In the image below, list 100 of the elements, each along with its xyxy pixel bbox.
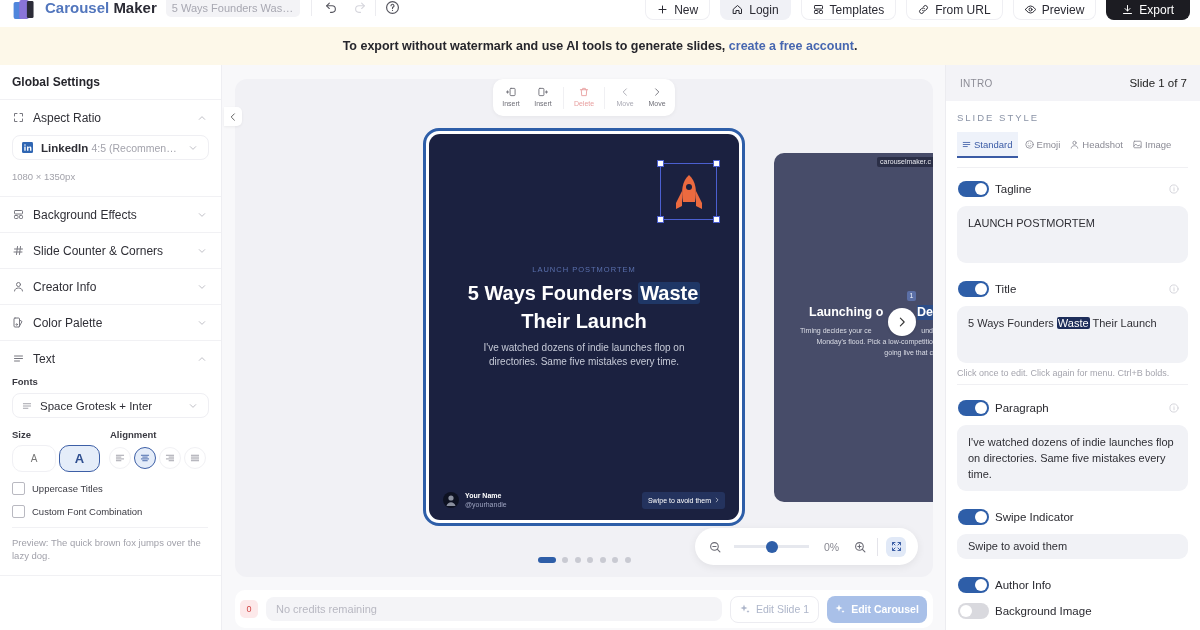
- field-label: Swipe Indicator: [995, 511, 1074, 523]
- align-center-button[interactable]: [134, 447, 156, 469]
- download-icon: [1122, 4, 1134, 15]
- plus-icon: [657, 4, 669, 15]
- image-icon: [1133, 139, 1142, 149]
- text-size-button[interactable]: A: [59, 445, 100, 472]
- info-icon: [1169, 284, 1179, 294]
- chevron-right-icon: [652, 87, 662, 97]
- info-icon: [1169, 184, 1179, 194]
- chevron-right-icon: [714, 497, 720, 503]
- field-label: Author Info: [995, 579, 1052, 591]
- text-size-button[interactable]: A: [12, 445, 56, 472]
- sparkle-icon: [739, 604, 750, 614]
- section-header[interactable]: Aspect Ratio: [0, 100, 221, 135]
- help-button[interactable]: [385, 1, 399, 14]
- create-account-link[interactable]: create a free account: [728, 39, 854, 53]
- text-field[interactable]: Swipe to avoid them: [957, 534, 1188, 559]
- slider-thumb[interactable]: [765, 540, 778, 553]
- house-icon: [732, 4, 744, 15]
- section-header[interactable]: Color Palette: [0, 305, 221, 340]
- page-dot[interactable]: [574, 557, 581, 563]
- export-button[interactable]: Export: [1106, 0, 1190, 20]
- zoom-in-icon: [854, 540, 866, 553]
- style-tab[interactable]: Emoji: [1021, 132, 1064, 158]
- insert-left-icon: [506, 87, 516, 97]
- text-lines-icon: [13, 353, 24, 364]
- preview-button[interactable]: Preview: [1012, 0, 1097, 20]
- sparkle-icon: [835, 604, 846, 614]
- field-label: Title: [995, 283, 1017, 295]
- logo-icon: [13, 0, 37, 19]
- app-name: Carousel Maker: [45, 0, 157, 16]
- eye-icon: [1024, 4, 1036, 15]
- login-button[interactable]: Login: [720, 0, 791, 20]
- toggle-switch[interactable]: [958, 281, 989, 297]
- font-dropdown[interactable]: Space Grotesk + Inter: [12, 393, 209, 418]
- field-label: Tagline: [995, 183, 1032, 195]
- checkbox[interactable]: [12, 504, 25, 518]
- text-lines-icon: [962, 139, 971, 149]
- option-label: Uppercase Titles: [32, 482, 103, 494]
- redo-icon: [353, 2, 366, 14]
- platform-dropdown[interactable]: LinkedIn 4:5 (Recommen…: [12, 135, 209, 160]
- toggle-switch[interactable]: [958, 400, 989, 416]
- page-dot[interactable]: [599, 557, 606, 563]
- text-area[interactable]: LAUNCH POSTMORTEM: [957, 206, 1188, 263]
- new-button[interactable]: New: [645, 0, 711, 20]
- from-url-button[interactable]: From URL: [906, 0, 1003, 20]
- next-slide-button[interactable]: [888, 307, 916, 336]
- text-area[interactable]: I've watched dozens of indie launches flop on directories. Same five mistakes every time.: [957, 425, 1188, 491]
- style-tab[interactable]: Headshot: [1067, 132, 1126, 158]
- zoom-out-button[interactable]: [709, 540, 721, 553]
- page-dot[interactable]: [562, 557, 568, 563]
- section-name: INTRO: [960, 77, 993, 89]
- linkedin-icon: [22, 142, 33, 153]
- selection-box[interactable]: [660, 163, 717, 220]
- templates-button[interactable]: Templates: [800, 0, 897, 20]
- fit-screen-button[interactable]: [886, 536, 906, 557]
- align-justify-icon: [190, 453, 200, 463]
- insert-right-icon: [538, 87, 548, 97]
- helper-text: Click once to edit. Click again for menu. Ctrl+B bolds.: [957, 367, 1171, 379]
- field-label: Paragraph: [995, 402, 1049, 414]
- field-label: Background Image: [995, 605, 1092, 617]
- expand-icon: [890, 541, 902, 552]
- resize-handle[interactable]: [657, 216, 664, 223]
- slide-position: Slide 1 of 7: [1129, 77, 1187, 89]
- toggle-switch[interactable]: [958, 509, 989, 525]
- trash-icon: [579, 87, 589, 97]
- section-header[interactable]: Text: [0, 341, 221, 376]
- option-label: Custom Font Combination: [32, 505, 143, 517]
- zoom-out-icon: [709, 540, 721, 553]
- slide-paragraph: I've watched dozens of indie launches flop on directories. Same five mistakes every time.: [482, 341, 686, 369]
- section-header[interactable]: Slide Counter & Corners: [0, 233, 221, 268]
- undo-button[interactable]: [324, 2, 337, 14]
- toggle-switch[interactable]: [958, 181, 989, 197]
- page-dot[interactable]: [587, 557, 593, 563]
- prompt-input[interactable]: No credits remaining: [266, 597, 722, 621]
- style-tab[interactable]: Standard: [957, 132, 1018, 158]
- section-header[interactable]: Creator Info: [0, 269, 221, 304]
- user-icon: [1070, 139, 1080, 149]
- info-icon: [1169, 403, 1179, 413]
- undo-icon: [324, 2, 337, 14]
- hash-icon: [13, 245, 24, 256]
- toggle-switch[interactable]: [958, 577, 989, 593]
- resize-handle[interactable]: [713, 216, 720, 223]
- text-area[interactable]: 5 Ways Founders Waste Their Launch: [957, 306, 1188, 363]
- credits-badge: 0: [240, 600, 258, 618]
- page-dot[interactable]: [612, 557, 618, 563]
- align-center-icon: [140, 453, 150, 463]
- resize-handle[interactable]: [657, 160, 664, 167]
- alignment-label: Alignment: [110, 429, 158, 441]
- slide-title: 5 Ways Founders Waste Their Launch: [466, 281, 702, 334]
- zoom-in-button[interactable]: [854, 540, 866, 553]
- page-dot[interactable]: [624, 557, 631, 563]
- section-header[interactable]: Background Effects: [0, 197, 221, 232]
- section-label: SLIDE STYLE: [957, 112, 1041, 124]
- checkbox[interactable]: [12, 481, 25, 495]
- resize-handle[interactable]: [713, 160, 720, 167]
- style-tab[interactable]: Image: [1130, 132, 1175, 158]
- banner-text: To export without watermark and use AI tools to generate slides, create a free account.: [342, 39, 858, 53]
- layout-icon: [13, 209, 24, 220]
- toggle-switch[interactable]: [958, 603, 989, 619]
